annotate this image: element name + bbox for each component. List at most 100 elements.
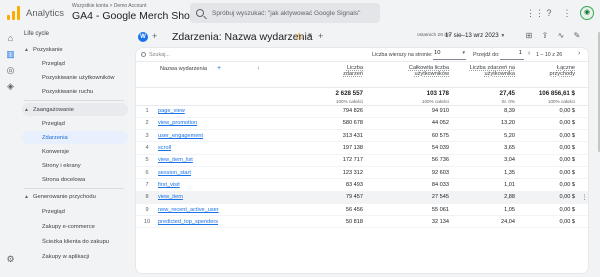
total-epu: 27,45 Śr. 0% <box>455 86 521 106</box>
edit-icon[interactable]: ✎ <box>572 31 582 40</box>
sidebar-item-acquisition-overview[interactable]: Przegląd <box>22 57 128 70</box>
events-per-user-cell: 24,04 <box>455 215 521 229</box>
event-name-text[interactable]: page_view <box>158 108 185 114</box>
chevron-down-icon[interactable]: ▼ <box>307 33 313 39</box>
event-name-link[interactable]: user_engagement <box>158 129 243 143</box>
event-name-link[interactable]: view_item_list <box>158 154 243 167</box>
compare-icon[interactable]: ⊞ <box>524 31 534 40</box>
header-event-name[interactable]: Nazwa wydarzenia + <box>158 63 243 87</box>
event-name-text[interactable]: predicted_top_spenders <box>158 219 218 225</box>
row-index: 1 <box>136 105 158 118</box>
event-count-cell: 580 678 <box>305 117 369 131</box>
event-name-link[interactable]: new_recent_active_user <box>158 203 243 217</box>
table-row[interactable]: 6 session_start 123 312 92 603 1,35 0,00 $ <box>136 166 588 180</box>
header-events-per-user[interactable]: Liczba zdarzeń na użytkownika <box>455 63 521 87</box>
event-name-link[interactable]: view_promotion <box>158 117 243 131</box>
event-name-text[interactable]: user_engagement <box>158 133 203 139</box>
goto-page-input[interactable]: 1 <box>500 50 524 60</box>
row-index: 2 <box>136 117 158 131</box>
event-name-link[interactable]: predicted_top_spenders <box>158 215 243 229</box>
header-event-count[interactable]: Liczba zdarzeń <box>305 63 369 87</box>
rows-per-page-select[interactable]: 10 ▼ <box>433 50 466 60</box>
more-icon[interactable]: ⋮ <box>562 8 572 18</box>
event-name-text[interactable]: session_start <box>158 170 191 176</box>
sidebar-item-label: Pozyskiwanie użytkowników <box>42 74 115 81</box>
analytics-logo-icon[interactable] <box>7 6 21 20</box>
sidebar-item-events[interactable]: Zdarzenia <box>22 131 128 144</box>
row-menu-slot <box>581 117 588 131</box>
sidebar-section-acquisition[interactable]: ▲ Pozyskanie <box>22 43 128 56</box>
sidebar-item-landing-page[interactable]: Strona docelowa <box>22 173 128 186</box>
header-total-revenue[interactable]: Łączne przychody <box>521 63 581 87</box>
insights-icon[interactable]: ∿ <box>556 31 566 40</box>
sidebar-item-monetization-overview[interactable]: Przegląd <box>22 205 128 218</box>
sidebar-item-label: Pozyskiwanie ruchu <box>42 88 94 95</box>
account-avatar[interactable]: ◉ <box>580 6 594 20</box>
table-row[interactable]: 2 view_promotion 580 678 44 052 13,20 0,00 $ <box>136 117 588 131</box>
header-sort[interactable]: ↓ <box>243 63 305 87</box>
search-placeholder: Spróbuj wyszukać: "jak aktywować Google … <box>212 9 361 17</box>
search-bar[interactable]: Spróbuj wyszukać: "jak aktywować Google … <box>190 3 380 23</box>
table-row[interactable]: 9 new_recent_active_user 56 456 55 061 1,05 0… <box>136 203 588 217</box>
header-total-users[interactable]: Całkowita liczba użytkowników <box>369 63 455 87</box>
event-name-text[interactable]: new_recent_active_user <box>158 207 219 213</box>
table-row[interactable]: 8 view_item 79 457 27 545 2,88 0,00 $ ⋮ <box>136 191 588 204</box>
sidebar-item-label: Strona docelowa <box>42 176 86 183</box>
sidebar-item-user-acquisition[interactable]: Pozyskiwanie użytkowników <box>22 71 128 84</box>
add-comparison-icon[interactable]: + <box>152 31 157 41</box>
home-icon[interactable]: ⌂ <box>5 33 16 44</box>
row-menu-icon[interactable]: ⋮ <box>581 191 588 204</box>
sidebar-item-in-app-purchases[interactable]: Zakupy w aplikacji <box>22 250 128 263</box>
table-row[interactable]: 3 user_engagement 313 431 60 575 5,20 0,00 $ <box>136 129 588 143</box>
sidebar-item-conversions[interactable]: Konwersje <box>22 145 128 158</box>
sidebar-section-monetization[interactable]: ▲ Generowanie przychodu <box>22 190 128 203</box>
event-count-cell: 313 431 <box>305 129 369 143</box>
total-users-cell: 55 061 <box>369 203 455 217</box>
table-row[interactable]: 10 predicted_top_spenders 50 818 32 134 24,0… <box>136 215 588 229</box>
table-row[interactable]: 1 page_view 794 826 94 910 8,39 0,00 $ <box>136 105 588 118</box>
explore-icon[interactable]: ◎ <box>5 65 16 76</box>
advertising-icon[interactable]: ◈ <box>5 81 16 92</box>
add-dimension-icon[interactable]: + <box>318 31 323 41</box>
total-value: 106 856,61 $ <box>538 89 575 97</box>
table-search[interactable]: Szukaj... <box>141 52 170 58</box>
sidebar-section-engagement[interactable]: ▲ Zaangażowanie <box>22 103 128 116</box>
sidebar-header: Life cycle <box>24 31 50 37</box>
table-row[interactable]: 7 first_visit 83 493 84 033 1,01 0,00 $ <box>136 178 588 192</box>
chevron-right-icon[interactable]: › <box>578 50 580 57</box>
event-count-cell: 56 456 <box>305 203 369 217</box>
event-name-link[interactable]: page_view <box>158 105 243 118</box>
property-name: GA4 - Google Merch Shop <box>72 10 196 22</box>
sidebar-item-ecommerce-purchases[interactable]: Zakupy e-commerce <box>22 220 128 233</box>
warning-icon[interactable]: ⚠ <box>295 31 303 42</box>
sidebar-item-traffic-acquisition[interactable]: Pozyskiwanie ruchu <box>22 85 128 98</box>
event-name-text[interactable]: scroll <box>158 145 171 151</box>
sidebar-item-purchase-journey[interactable]: Ścieżka klienta do zakupu <box>22 235 128 248</box>
event-name-link[interactable]: view_item <box>158 191 243 204</box>
apps-icon[interactable]: ⋮⋮ <box>526 8 544 18</box>
event-name-link[interactable]: first_visit <box>158 178 243 192</box>
table-row[interactable]: 5 view_item_list 172 717 56 736 3,04 0,00 $ <box>136 154 588 167</box>
admin-icon[interactable]: ⚙ <box>5 254 16 265</box>
table-row[interactable]: 4 scroll 197 138 54 039 3,65 0,00 $ <box>136 141 588 155</box>
reports-icon[interactable]: ▥ <box>5 49 16 60</box>
sidebar-item-engagement-overview[interactable]: Przegląd <box>22 117 128 130</box>
revenue-cell: 0,00 $ <box>521 117 581 131</box>
event-name-text[interactable]: view_promotion <box>158 120 197 126</box>
sidebar-item-label: Generowanie przychodu <box>33 193 96 200</box>
date-range-picker[interactable]: 17 sie–13 wrz 2023 ▼ <box>445 32 505 39</box>
comparison-chip[interactable]: W <box>138 32 148 42</box>
event-name-link[interactable]: scroll <box>158 141 243 155</box>
property-selector[interactable]: GA4 - Google Merch Shop ▼ <box>72 10 206 22</box>
event-name-text[interactable]: first_visit <box>158 182 180 188</box>
add-dimension-icon[interactable]: + <box>217 65 221 72</box>
event-name-text[interactable]: view_item_list <box>158 157 193 163</box>
account-breadcrumb[interactable]: Wszystkie konta > Demo Account <box>72 3 146 9</box>
chevron-left-icon[interactable]: ‹ <box>528 50 530 57</box>
help-icon[interactable]: ? <box>544 8 554 18</box>
event-name-link[interactable]: session_start <box>158 166 243 180</box>
event-name-text[interactable]: view_item <box>158 194 183 200</box>
share-icon[interactable]: ⇪ <box>540 31 550 40</box>
sidebar-item-pages-screens[interactable]: Strony i ekrany <box>22 159 128 172</box>
row-index: 7 <box>136 178 158 192</box>
